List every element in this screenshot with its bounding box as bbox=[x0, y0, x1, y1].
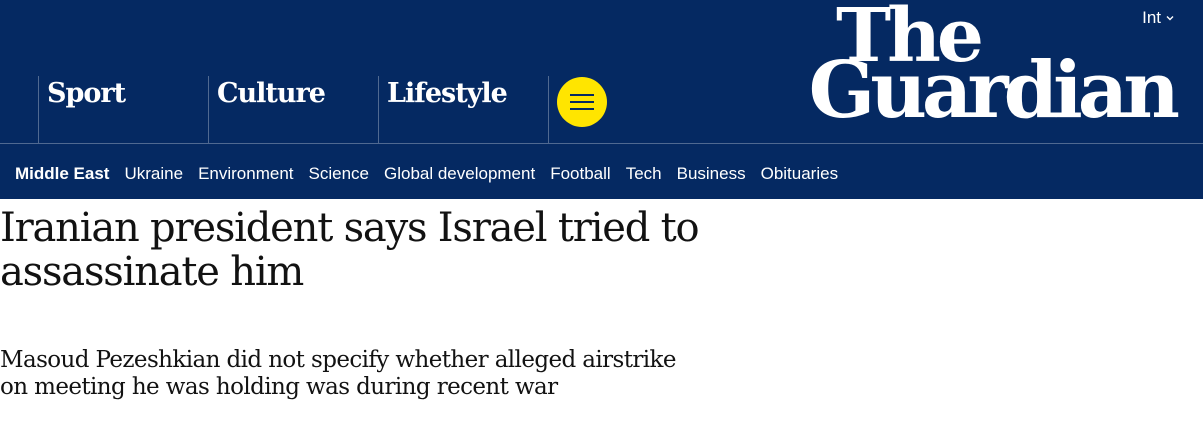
subnav-list: Middle East Ukraine Environment Science … bbox=[15, 164, 838, 184]
guardian-logo[interactable]: The Guardian bbox=[765, 0, 1180, 140]
subnav-item-science[interactable]: Science bbox=[309, 164, 369, 184]
subnav-item-ukraine[interactable]: Ukraine bbox=[124, 164, 183, 184]
pillar-label: Lifestyle bbox=[387, 78, 508, 109]
masthead: Int The Guardian Sport Culture Lifestyle bbox=[0, 0, 1203, 143]
pillar-label: Culture bbox=[217, 78, 326, 109]
article-standfirst: Masoud Pezeshkian did not specify whethe… bbox=[0, 347, 677, 400]
article-headline: Iranian president says Israel tried to a… bbox=[0, 205, 700, 295]
pillar-divider bbox=[548, 76, 550, 143]
subnav-item-tech[interactable]: Tech bbox=[626, 164, 662, 184]
pillar-sport[interactable]: Sport bbox=[38, 76, 209, 143]
menu-button[interactable] bbox=[557, 77, 607, 127]
hamburger-menu-icon bbox=[570, 94, 594, 110]
pillar-culture[interactable]: Culture bbox=[208, 76, 379, 143]
pillar-lifestyle[interactable]: Lifestyle bbox=[378, 76, 549, 143]
sub-navigation: Middle East Ukraine Environment Science … bbox=[0, 143, 1203, 199]
subnav-item-business[interactable]: Business bbox=[677, 164, 746, 184]
subnav-item-obituaries[interactable]: Obituaries bbox=[761, 164, 838, 184]
pillar-label: Sport bbox=[47, 78, 126, 109]
subnav-item-middle-east[interactable]: Middle East bbox=[15, 164, 109, 184]
subnav-item-football[interactable]: Football bbox=[550, 164, 610, 184]
logo-line-2: Guardian bbox=[808, 45, 1180, 136]
subnav-item-global-development[interactable]: Global development bbox=[384, 164, 535, 184]
subnav-item-environment[interactable]: Environment bbox=[198, 164, 293, 184]
